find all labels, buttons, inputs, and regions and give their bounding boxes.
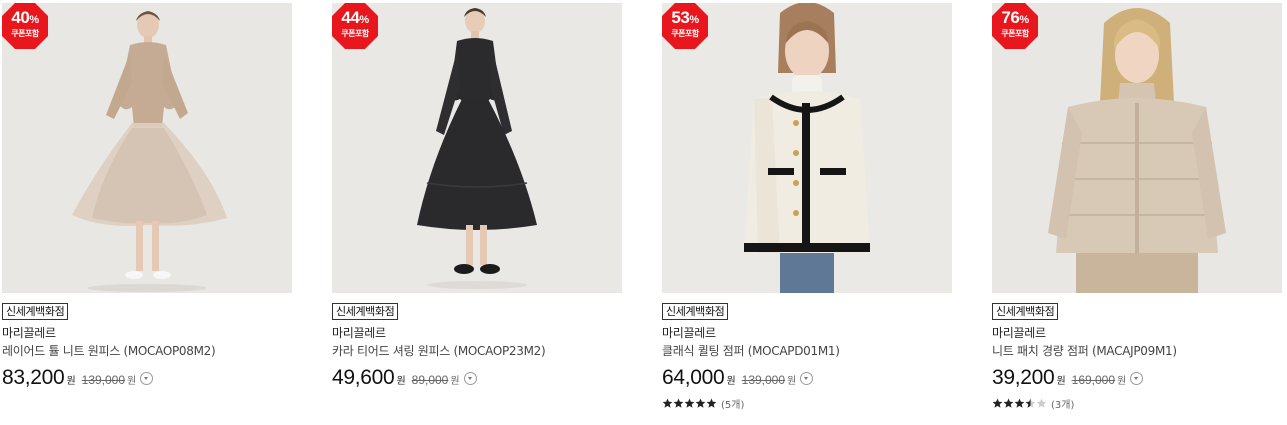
product-card[interactable]: 53% 쿠폰포함 신세계백화점 마리끌레르 클래식 퀼팅 점퍼 (MOCAPD0…	[662, 3, 952, 411]
sale-price: 49,600	[332, 366, 395, 389]
brand-name[interactable]: 마리끌레르	[662, 326, 952, 341]
coupon-label: 쿠폰포함	[1001, 29, 1029, 38]
product-name[interactable]: 니트 패치 경량 점퍼 (MACAJP09M1)	[992, 344, 1282, 359]
sale-price: 83,200	[2, 366, 65, 389]
price-info-icon[interactable]	[1130, 372, 1144, 385]
product-card[interactable]: 40% 쿠폰포함 신세계백화점 마리끌레르 레이어드 튤 니트 원피스 (MOC…	[2, 3, 292, 392]
currency-unit: 원	[396, 376, 406, 387]
product-image[interactable]: 76% 쿠폰포함	[992, 3, 1282, 293]
price-row: 49,600 원 89,000 원	[332, 366, 622, 392]
product-name[interactable]: 레이어드 튤 니트 원피스 (MOCAOP08M2)	[2, 344, 292, 359]
brand-name[interactable]: 마리끌레르	[2, 326, 292, 341]
price-row: 64,000 원 139,000 원	[662, 366, 952, 392]
rating-row: (5개)	[662, 396, 952, 411]
star-icon	[1036, 398, 1047, 408]
sale-price: 64,000	[662, 366, 725, 389]
discount-badge: 44% 쿠폰포함	[332, 3, 378, 49]
coupon-label: 쿠폰포함	[671, 29, 699, 38]
star-icon	[662, 398, 673, 408]
star-icon	[684, 398, 695, 408]
product-card[interactable]: 44% 쿠폰포함 신세계백화점 마리끌레르 카라 티어드 셔링 원피스 (MOC…	[332, 3, 622, 392]
price-info-icon[interactable]	[140, 372, 154, 385]
discount-badge: 40% 쿠폰포함	[2, 3, 48, 49]
brand-name[interactable]: 마리끌레르	[992, 326, 1282, 341]
original-price: 89,000	[411, 373, 449, 387]
original-price: 139,000	[741, 373, 786, 387]
store-tag: 신세계백화점	[332, 303, 399, 320]
discount-value: 44	[341, 8, 360, 27]
store-tag: 신세계백화점	[662, 303, 729, 320]
discount-symbol: %	[359, 14, 369, 26]
discount-value: 53	[671, 8, 690, 27]
star-icon	[1014, 398, 1025, 408]
discount-symbol: %	[29, 14, 39, 26]
currency-unit: 원	[450, 376, 460, 387]
star-icon	[673, 398, 684, 408]
coupon-label: 쿠폰포함	[11, 29, 39, 38]
currency-unit: 원	[787, 376, 797, 387]
discount-value: 40	[11, 8, 30, 27]
currency-unit: 원	[1056, 376, 1066, 387]
currency-unit: 원	[127, 376, 137, 387]
star-icon	[992, 398, 1003, 408]
store-tag: 신세계백화점	[992, 303, 1059, 320]
star-icon	[695, 398, 706, 408]
product-name[interactable]: 카라 티어드 셔링 원피스 (MOCAOP23M2)	[332, 344, 622, 359]
brand-name[interactable]: 마리끌레르	[332, 326, 622, 341]
original-price: 169,000	[1071, 373, 1116, 387]
original-price: 139,000	[81, 373, 126, 387]
rating-row: (3개)	[992, 396, 1282, 411]
star-rating	[992, 398, 1047, 409]
product-name[interactable]: 클래식 퀼팅 점퍼 (MOCAPD01M1)	[662, 344, 952, 359]
price-row: 83,200 원 139,000 원	[2, 366, 292, 392]
star-rating	[662, 398, 717, 409]
discount-badge: 53% 쿠폰포함	[662, 3, 708, 49]
sale-price: 39,200	[992, 366, 1055, 389]
discount-value: 76	[1001, 8, 1020, 27]
review-count[interactable]: (5개)	[721, 396, 744, 411]
currency-unit: 원	[726, 376, 736, 387]
currency-unit: 원	[66, 376, 76, 387]
coupon-label: 쿠폰포함	[341, 29, 369, 38]
review-count[interactable]: (3개)	[1051, 396, 1074, 411]
product-grid: 40% 쿠폰포함 신세계백화점 마리끌레르 레이어드 튤 니트 원피스 (MOC…	[0, 0, 1287, 425]
store-tag: 신세계백화점	[2, 303, 69, 320]
product-image[interactable]: 44% 쿠폰포함	[332, 3, 622, 293]
discount-symbol: %	[689, 14, 699, 26]
star-icon	[1003, 398, 1014, 408]
price-info-icon[interactable]	[800, 372, 814, 385]
price-row: 39,200 원 169,000 원	[992, 366, 1282, 392]
discount-symbol: %	[1019, 14, 1029, 26]
currency-unit: 원	[1117, 376, 1127, 387]
price-info-icon[interactable]	[463, 372, 477, 385]
product-image[interactable]: 40% 쿠폰포함	[2, 3, 292, 293]
star-icon	[706, 398, 717, 408]
discount-badge: 76% 쿠폰포함	[992, 3, 1038, 49]
product-image[interactable]: 53% 쿠폰포함	[662, 3, 952, 293]
star-icon	[1025, 398, 1036, 408]
product-card[interactable]: 76% 쿠폰포함 신세계백화점 마리끌레르 니트 패치 경량 점퍼 (MACAJ…	[992, 3, 1282, 411]
